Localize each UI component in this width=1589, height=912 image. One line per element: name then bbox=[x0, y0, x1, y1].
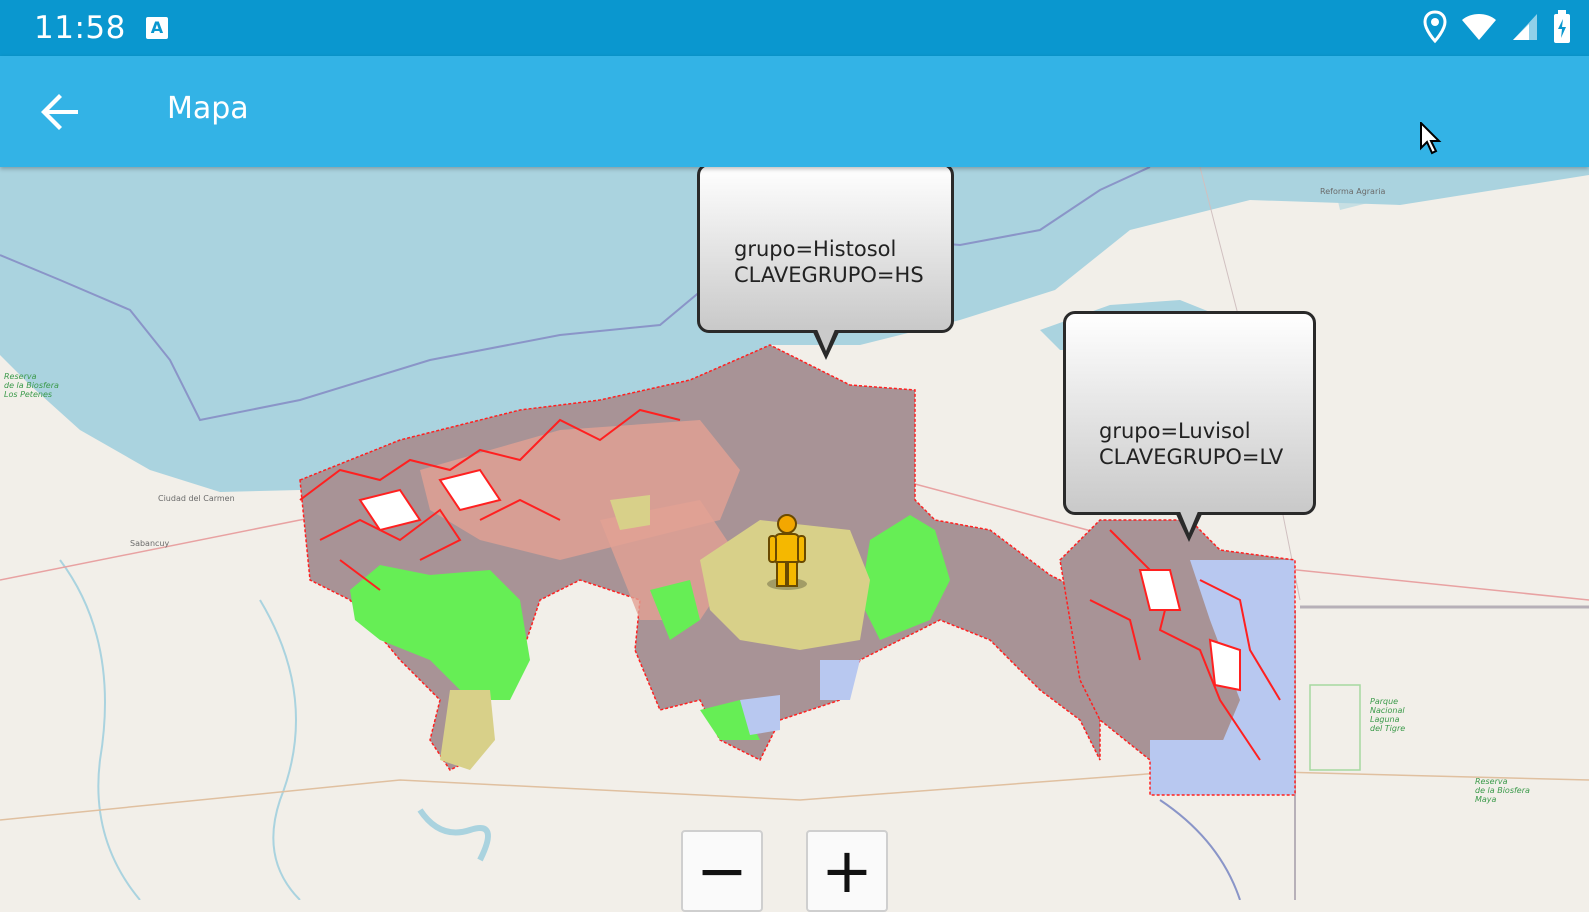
page-title: Mapa bbox=[167, 91, 249, 126]
place-label: Ciudad del Carmen bbox=[158, 494, 235, 503]
zoom-out-label: − bbox=[696, 834, 748, 907]
place-label: Reforma Agraria bbox=[1320, 187, 1386, 196]
popup-line-grupo: grupo=Histosol bbox=[734, 237, 897, 261]
park-label: Reserva de la Biosfera Maya bbox=[1475, 777, 1530, 804]
a-icon: A bbox=[146, 17, 168, 39]
map-info-popup-histosol[interactable]: grupo=Histosol CLAVEGRUPO=HS bbox=[697, 163, 954, 333]
zoom-in-label: + bbox=[821, 834, 873, 907]
arrow-back-icon bbox=[41, 94, 78, 130]
mouse-cursor-icon bbox=[1420, 122, 1442, 155]
park-label: Parque Nacional Laguna del Tigre bbox=[1370, 697, 1406, 733]
app-bar: Mapa bbox=[0, 56, 1589, 167]
person-marker-icon[interactable] bbox=[767, 512, 811, 592]
back-button[interactable] bbox=[34, 84, 90, 140]
popup-line-grupo: grupo=Luvisol bbox=[1099, 419, 1251, 443]
popup-line-clavegrupo: CLAVEGRUPO=LV bbox=[1099, 445, 1284, 469]
popup-tail bbox=[1175, 509, 1203, 542]
signal-icon bbox=[1513, 14, 1537, 40]
status-icons bbox=[1423, 10, 1571, 44]
map-info-popup-luvisol[interactable]: grupo=Luvisol CLAVEGRUPO=LV bbox=[1063, 311, 1316, 515]
popup-tail bbox=[812, 327, 840, 360]
popup-line-clavegrupo: CLAVEGRUPO=HS bbox=[734, 263, 924, 287]
status-bar: 11:58 A bbox=[0, 0, 1589, 56]
park-label: Reserva de la Biosfera Los Petenes bbox=[4, 372, 59, 399]
location-icon bbox=[1423, 10, 1447, 44]
status-time: 11:58 bbox=[34, 10, 126, 46]
place-label: Sabancuy bbox=[130, 539, 170, 548]
wifi-icon bbox=[1462, 14, 1496, 40]
battery-icon bbox=[1554, 10, 1570, 43]
